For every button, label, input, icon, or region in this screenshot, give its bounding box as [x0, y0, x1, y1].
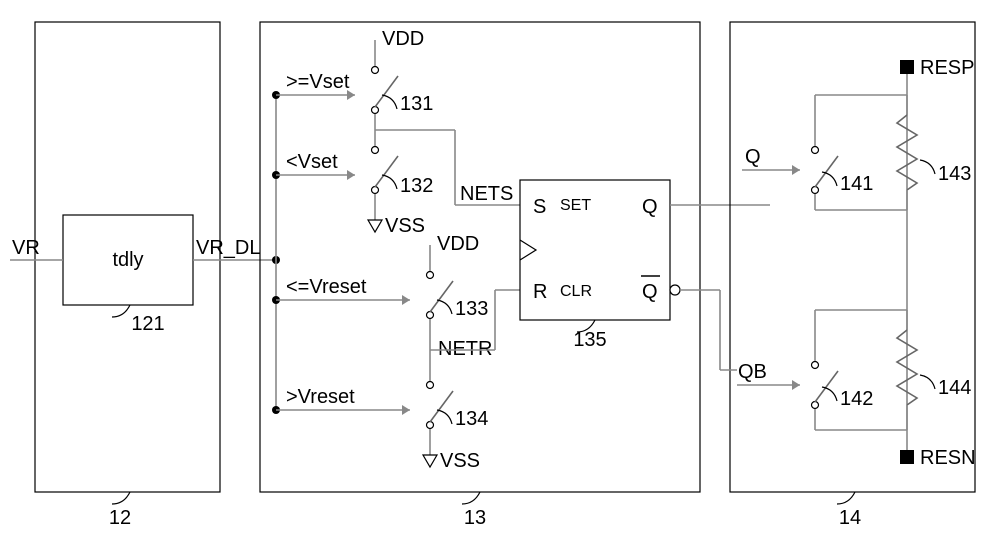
switch-141: Q 141	[742, 95, 907, 210]
block-14: 14 RESP RESN 143 144 Q	[720, 22, 976, 529]
switch-134: 134 VSS	[423, 382, 488, 473]
cond1: >=Vset	[286, 71, 350, 93]
sw141-ref: 141	[840, 173, 873, 195]
block14-ref: 14	[839, 507, 861, 529]
netr-label: NETR	[438, 338, 492, 360]
latch-Qb: Q	[642, 281, 658, 303]
vdd2: VDD	[437, 233, 479, 255]
tdly-ref: 121	[131, 313, 164, 335]
block12-ref: 12	[109, 507, 131, 529]
resistor-143: 143	[897, 95, 971, 210]
cond2: <Vset	[286, 151, 338, 173]
sw131-ref: 131	[400, 93, 433, 115]
latch-Q: Q	[642, 196, 658, 218]
cond3: <=Vreset	[286, 276, 367, 298]
block-12: 12 tdly 121 VR VR_DL	[10, 22, 280, 529]
switch-142: QB 142	[720, 310, 907, 430]
latch-set: SET	[560, 197, 591, 214]
cond-ge-vset: >=Vset	[276, 71, 355, 100]
qb-label: QB	[738, 361, 767, 383]
block13-ref: 13	[464, 507, 486, 529]
resp-terminal	[900, 60, 914, 74]
cond-le-vreset: <=Vreset	[276, 276, 410, 305]
sw134-ref: 134	[455, 408, 488, 430]
sw142-ref: 142	[840, 388, 873, 410]
cond-gt-vreset: >Vreset	[276, 386, 410, 415]
tdly-label: tdly	[112, 249, 143, 271]
sw132-ref: 132	[400, 175, 433, 197]
latch-R: R	[533, 281, 547, 303]
switch-132: 132 VSS	[368, 147, 433, 238]
r144-ref: 144	[938, 377, 971, 399]
resistor-144: 144	[897, 310, 971, 430]
cond-lt-vset: <Vset	[276, 151, 355, 180]
vss1: VSS	[385, 215, 425, 237]
cond4: >Vreset	[286, 386, 355, 408]
switch-131: 131 VDD	[372, 28, 434, 115]
q-label: Q	[745, 146, 761, 168]
latch-S: S	[533, 196, 546, 218]
vrdl-label: VR_DL	[196, 237, 260, 259]
vss2: VSS	[440, 450, 480, 472]
block-13: 13 >=Vset <Vset <=Vreset >Vreset	[260, 22, 770, 529]
r143-ref: 143	[938, 163, 971, 185]
resn-label: RESN	[920, 447, 976, 469]
sr-latch: S SET Q R CLR Q 135	[520, 180, 680, 351]
switch-133: 133 VDD	[427, 233, 489, 320]
resp-label: RESP	[920, 57, 974, 79]
resn-terminal	[900, 450, 914, 464]
nets-label: NETS	[460, 183, 513, 205]
sw133-ref: 133	[455, 298, 488, 320]
latch-ref: 135	[573, 329, 606, 351]
vdd1: VDD	[382, 28, 424, 50]
vr-label: VR	[12, 237, 40, 259]
latch-clr: CLR	[560, 283, 592, 300]
